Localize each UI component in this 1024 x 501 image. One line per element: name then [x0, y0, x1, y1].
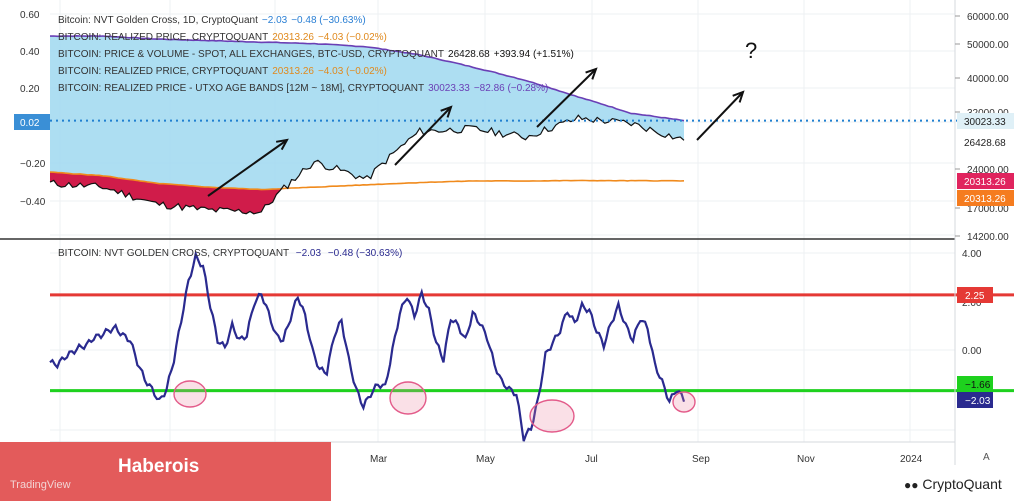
x-axis-label: Mar [370, 454, 388, 465]
price-label: 26428.68 [964, 138, 1006, 149]
axis-corner-right: A [983, 452, 990, 463]
legend-text: BITCOIN: REALIZED PRICE, CRYPTOQUANT [58, 66, 269, 77]
highlight-circle [389, 381, 427, 415]
highlight-circle [173, 380, 207, 408]
arrow-shaft [696, 91, 744, 141]
legend-text: BITCOIN: PRICE & VOLUME - SPOT, ALL EXCH… [58, 49, 445, 60]
legend-value: 30023.33 [428, 83, 470, 94]
legend-text: BITCOIN: REALIZED PRICE - UTXO AGE BANDS… [58, 83, 425, 94]
legend-row: BITCOIN: PRICE & VOLUME - SPOT, ALL EXCH… [58, 49, 574, 60]
legend-nvt: BITCOIN: NVT GOLDEN CROSS, CRYPTOQUANT −… [58, 248, 402, 259]
price-label: 20313.26 [964, 177, 1006, 188]
legend-change: −4.03 (−0.02%) [317, 66, 387, 77]
highlight-circle [529, 399, 575, 433]
tradingview-brand: TradingView [10, 479, 71, 491]
left-axis-tick: 0.60 [20, 10, 40, 21]
x-axis-label: 2024 [900, 454, 923, 465]
legend-value: 20313.26 [272, 32, 314, 43]
highlight-circle [672, 391, 696, 413]
right-axis-tick: 4.00 [962, 249, 982, 260]
left-axis-tick: 0.20 [20, 84, 40, 95]
right-axis-tick: 0.00 [962, 346, 982, 357]
cryptoquant-brand-text: CryptoQuant [922, 476, 1002, 492]
legend-row: BITCOIN: REALIZED PRICE, CRYPTOQUANT 2031… [58, 32, 387, 43]
left-axis-tick: 0.40 [20, 47, 40, 58]
x-axis-label: May [476, 454, 495, 465]
legend-nvt-v2: −0.48 (−30.63%) [327, 248, 403, 259]
series-nvt-golden-cross [49, 250, 686, 442]
left-axis-tick: 0.02 [20, 118, 40, 129]
legend-row: Bitcoin: NVT Golden Cross, 1D, CryptoQua… [58, 15, 366, 26]
cryptoquant-logo-icon: ●● [904, 478, 919, 492]
right-axis-tick: 60000.00 [967, 12, 1009, 23]
price-label: 30023.33 [964, 117, 1006, 128]
question-mark: ? [745, 38, 757, 63]
legend-value: 20313.26 [272, 66, 314, 77]
legend-nvt-v1: −2.03 [295, 248, 322, 259]
left-axis-tick: −0.40 [20, 197, 46, 208]
legend-text: Bitcoin: NVT Golden Cross, 1D, CryptoQua… [58, 15, 258, 26]
x-axis-label: Jul [585, 454, 598, 465]
nvt-label: −1.66 [965, 380, 991, 391]
legend-change: −82.86 (−0.28%) [473, 83, 549, 94]
x-axis-label: Sep [692, 454, 710, 465]
left-axis-tick: −0.20 [20, 159, 46, 170]
legend-row: BITCOIN: REALIZED PRICE - UTXO AGE BANDS… [58, 83, 548, 94]
cryptoquant-brand: ●● CryptoQuant [904, 476, 1002, 492]
legend-row: BITCOIN: REALIZED PRICE, CRYPTOQUANT 2031… [58, 66, 387, 77]
nvt-label: −2.03 [965, 396, 991, 407]
price-label: 20313.26 [964, 194, 1006, 205]
legend-change: −0.48 (−30.63%) [291, 15, 366, 26]
nvt-label: 2.25 [965, 291, 985, 302]
legend-change: +393.94 (+1.51%) [493, 49, 574, 60]
arrow-4 [696, 90, 745, 141]
right-axis-tick: 14200.00 [967, 232, 1009, 243]
legend-value: 26428.68 [448, 49, 490, 60]
right-axis-tick: 50000.00 [967, 40, 1009, 51]
right-axis-tick: 40000.00 [967, 74, 1009, 85]
legend-change: −4.03 (−0.02%) [317, 32, 387, 43]
price-labels: 30023.33 26428.68 20313.26 20313.26 2.25 −1.6… [957, 113, 1014, 408]
legend-nvt-text: BITCOIN: NVT GOLDEN CROSS, CRYPTOQUANT [58, 248, 289, 259]
x-axis-label: Nov [797, 454, 815, 465]
top-panel [49, 34, 1014, 215]
watermark-text: Haberois [118, 456, 200, 477]
legend-text: BITCOIN: REALIZED PRICE, CRYPTOQUANT [58, 32, 269, 43]
bottom-panel [49, 250, 1014, 442]
legend-value: −2.03 [261, 15, 288, 26]
